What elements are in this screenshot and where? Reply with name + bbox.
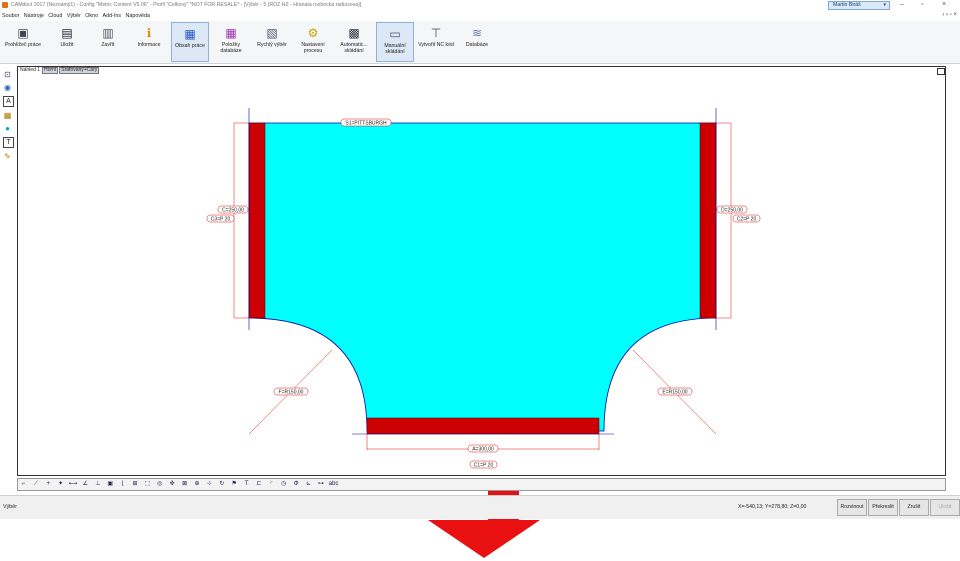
close-file-icon: ▥ — [102, 26, 114, 40]
info-button[interactable]: ℹ Informace — [130, 22, 168, 62]
nc-code-button[interactable]: ⊤ Vytvořit NC kód — [417, 22, 455, 62]
close-child-icon[interactable]: × — [953, 12, 957, 18]
database-button[interactable]: ≋ Databáze — [458, 22, 496, 62]
menu-help[interactable]: Nápověda — [125, 13, 150, 19]
app-logo-icon — [2, 2, 8, 8]
database-icon: ≋ — [471, 26, 483, 40]
restore-child-icon[interactable]: ▫ — [950, 12, 952, 18]
menu-window[interactable]: Okno — [85, 13, 98, 19]
menu-bar: Soubor Nástroje Cloud Výběr Okno Add-Ins… — [0, 11, 960, 21]
auto-nesting-icon: ▩ — [348, 26, 360, 40]
view-hatched-tab[interactable]: Šrafovaný+Čáry — [59, 67, 100, 74]
status-bar: Výběr X=-540,13; Y=278,80; Z=0,00 Rozvin… — [0, 495, 960, 519]
snap-clock-icon[interactable]: ◷ — [279, 480, 288, 489]
save-icon: ▤ — [61, 26, 73, 40]
quick-select-button[interactable]: ▧ Rychlý výběr — [253, 22, 291, 62]
user-menu[interactable]: Martin Biráš ▾ — [828, 1, 890, 10]
text-tool-icon[interactable]: A — [3, 96, 14, 107]
unfold-button[interactable]: Rozvinout — [837, 499, 867, 516]
job-contents-icon: ▦ — [184, 27, 196, 41]
cursor-coordinates: X=-540,13; Y=278,80; Z=0,00 — [738, 504, 807, 510]
snap-circle-icon[interactable]: ◎ — [155, 480, 164, 489]
snap-axis-icon[interactable]: ⊾ — [304, 480, 313, 489]
redraw-button[interactable]: Překreslit — [868, 499, 898, 516]
snap-corner-icon[interactable]: ⌊ — [118, 480, 127, 489]
database-items-icon: ▦ — [225, 26, 237, 40]
snap-line-icon[interactable]: ⟋ — [31, 480, 40, 489]
menu-file[interactable]: Soubor — [2, 13, 19, 19]
menu-tools[interactable]: Nástroje — [24, 13, 44, 19]
snap-node-icon[interactable]: ✦ — [56, 480, 65, 489]
maximize-view-icon[interactable] — [937, 68, 945, 75]
snap-phi-icon[interactable]: Φ — [292, 480, 301, 489]
mdi-controls: ‹ › ▫ × — [942, 12, 957, 18]
snap-perp-icon[interactable]: ⊥ — [93, 480, 102, 489]
ribbon-toolbar: ▣ Prohlížeč práce ▤ Uložit ▥ Zavřít ℹ Inform… — [0, 21, 960, 64]
save-status-button[interactable]: Uložit — [930, 499, 960, 516]
minimize-icon[interactable]: – — [900, 1, 904, 8]
view-name: Náhled 1 — [20, 67, 41, 73]
snap-flag-icon[interactable]: ⚑ — [230, 480, 239, 489]
window-title: CAMduct 2017 (Neznámý1) - Config "Metric… — [11, 2, 362, 8]
auto-nesting-button[interactable]: ▩ Automatic... skládání — [335, 22, 373, 62]
snap-box-icon[interactable]: ⊠ — [180, 480, 189, 489]
circle-tool-icon[interactable]: ● — [3, 124, 12, 133]
prev-icon[interactable]: ‹ — [942, 12, 944, 18]
menu-cloud[interactable]: Cloud — [48, 13, 62, 19]
restore-icon[interactable]: ▫ — [921, 1, 923, 8]
snap-angle-icon[interactable]: ∠ — [81, 480, 90, 489]
chevron-down-icon: ▾ — [883, 2, 886, 8]
snap-toolbar: ⌐ ⟋ + ✦ ⟷ ∠ ⊥ ▣ ⌊ ⊞ ⬚ ◎ ✜ ⊠ ⊕ ⊹ ↻ ⚑ T ⊏ … — [17, 478, 946, 491]
status-mode: Výběr — [3, 504, 18, 510]
left-toolbar: ⊡ ◉ A ▦ ● T ✎ — [3, 70, 14, 180]
snap-text-icon[interactable]: T — [242, 480, 251, 489]
manual-nesting-icon: ▭ — [389, 27, 401, 41]
zoom-tool-icon[interactable]: ◉ — [3, 83, 12, 92]
title-bar: CAMduct 2017 (Neznámý1) - Config "Metric… — [0, 0, 960, 11]
manual-nesting-button[interactable]: ▭ Manuální skládání — [376, 22, 414, 62]
snap-tree-icon[interactable]: ⊶ — [316, 480, 325, 489]
next-icon[interactable]: › — [946, 12, 948, 18]
job-contents-button[interactable]: ▦ Obsah práce — [171, 22, 209, 62]
database-items-button[interactable]: ▦ Položky databáze — [212, 22, 250, 62]
snap-arc-icon[interactable]: ◜ — [267, 480, 276, 489]
view-top-tab[interactable]: Horní — [42, 67, 59, 74]
save-button[interactable]: ▤ Uložit — [48, 22, 86, 62]
process-settings-icon: ⚙ — [307, 26, 319, 40]
browser-button[interactable]: ▣ Prohlížeč práce — [4, 22, 42, 62]
snap-plus-icon[interactable]: ⊹ — [205, 480, 214, 489]
snap-mid-icon[interactable]: ⟷ — [69, 480, 78, 489]
menu-addins[interactable]: Add-Ins — [103, 13, 122, 19]
close-job-button[interactable]: ▥ Zavřít — [89, 22, 127, 62]
paint-tool-icon[interactable]: ✎ — [3, 152, 12, 161]
snap-center-icon[interactable]: ▣ — [106, 480, 115, 489]
user-name: Martin Biráš — [833, 2, 861, 8]
dimension-tool-icon[interactable]: ▦ — [3, 111, 12, 120]
view-tabs: Náhled 1 Horní Šrafovaný+Čáry — [19, 67, 100, 74]
quick-select-icon: ▧ — [266, 26, 278, 40]
browser-icon: ▣ — [17, 26, 29, 40]
snap-end-icon[interactable]: ⌐ — [19, 480, 28, 489]
snap-select-icon[interactable]: ⬚ — [143, 480, 152, 489]
select-tool-icon[interactable]: ⊡ — [3, 70, 12, 79]
info-icon: ℹ — [146, 26, 152, 40]
insert-text-icon[interactable]: T — [3, 137, 14, 148]
snap-rotate-icon[interactable]: ↻ — [217, 480, 226, 489]
nc-code-icon: ⊤ — [430, 26, 442, 40]
snap-grid-icon[interactable]: ⊞ — [131, 480, 140, 489]
drawing-canvas[interactable] — [17, 66, 946, 476]
snap-quad-icon[interactable]: ✜ — [168, 480, 177, 489]
cancel-button[interactable]: Zrušit — [899, 499, 929, 516]
snap-measure-icon[interactable]: ⊏ — [254, 480, 263, 489]
process-settings-button[interactable]: ⚙ Nastavení procesu — [294, 22, 332, 62]
snap-zoom-icon[interactable]: ⊕ — [192, 480, 201, 489]
snap-cross-icon[interactable]: + — [44, 480, 53, 489]
menu-select[interactable]: Výběr — [67, 13, 81, 19]
snap-abc-icon[interactable]: abc — [329, 480, 339, 489]
close-icon[interactable]: × — [942, 1, 946, 8]
